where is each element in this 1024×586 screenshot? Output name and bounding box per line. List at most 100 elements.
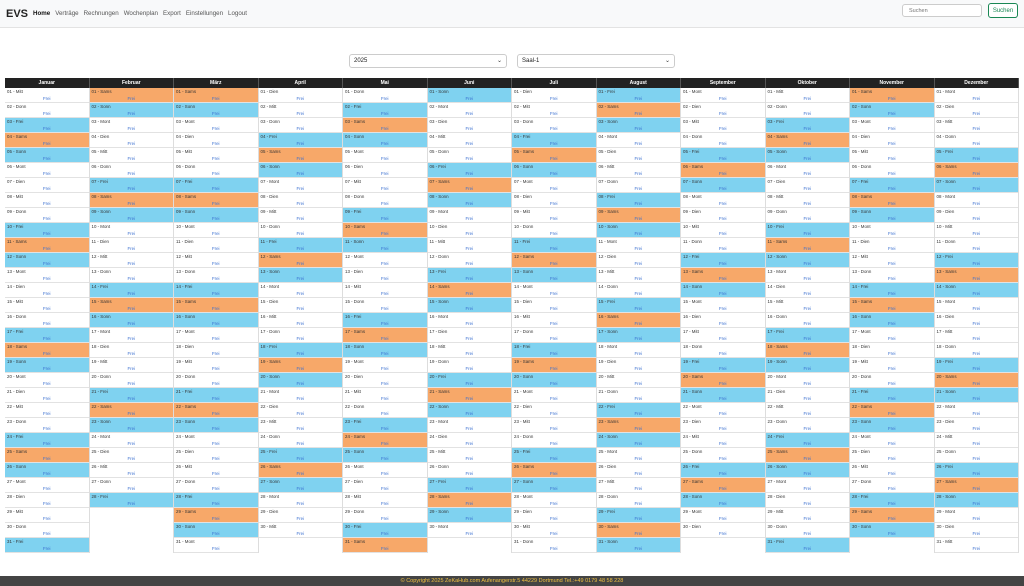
status-link[interactable]: Frei (174, 336, 258, 341)
status-link[interactable]: Frei (5, 111, 89, 116)
status-link[interactable]: Frei (5, 381, 89, 386)
status-link[interactable]: Frei (343, 381, 427, 386)
status-link[interactable]: Frei (681, 156, 765, 161)
day-cell[interactable]: 25 - Sams Frei (5, 448, 89, 463)
status-link[interactable]: Frei (935, 501, 1019, 506)
day-cell[interactable]: 15 - Dien Frei (512, 298, 596, 313)
status-link[interactable]: Frei (5, 531, 89, 536)
status-link[interactable]: Frei (5, 276, 89, 281)
day-cell[interactable]: 19 - Mont Frei (343, 358, 427, 373)
status-link[interactable]: Frei (681, 381, 765, 386)
day-cell[interactable]: 04 - Mont Frei (596, 133, 680, 148)
status-link[interactable]: Frei (597, 411, 681, 416)
status-link[interactable]: Frei (681, 501, 765, 506)
day-cell[interactable]: 04 - Dien Frei (89, 133, 173, 148)
status-link[interactable]: Frei (428, 486, 512, 491)
day-cell[interactable]: 10 - Sonn Frei (596, 223, 680, 238)
status-link[interactable]: Frei (935, 141, 1019, 146)
day-cell[interactable]: 30 - Donn Frei (5, 523, 89, 538)
status-link[interactable]: Frei (5, 486, 89, 491)
nav-link-logout[interactable]: Logout (228, 10, 247, 17)
day-cell[interactable]: 24 - Dien Frei (427, 433, 511, 448)
day-cell[interactable]: 09 - Mitt Frei (512, 208, 596, 223)
status-link[interactable]: Frei (512, 186, 596, 191)
day-cell[interactable]: 02 - Mont Frei (427, 103, 512, 118)
day-cell[interactable]: 16 - Frei Frei (343, 313, 427, 328)
status-link[interactable]: Frei (428, 306, 512, 311)
status-link[interactable]: Frei (259, 216, 343, 221)
status-link[interactable]: Frei (512, 96, 596, 101)
day-cell[interactable]: 25 - Donn Frei (681, 448, 765, 463)
status-link[interactable]: Frei (935, 261, 1019, 266)
day-cell[interactable]: 17 - Mont Frei (174, 328, 258, 343)
day-cell[interactable]: 25 - Sonn Frei (343, 448, 427, 463)
status-link[interactable]: Frei (597, 501, 681, 506)
status-link[interactable]: Frei (174, 186, 258, 191)
day-cell[interactable]: 23 - Sonn Frei (174, 418, 258, 433)
day-cell[interactable]: 10 - Mont Frei (89, 223, 173, 238)
day-cell[interactable]: 05 - Donn Frei (427, 148, 511, 163)
status-link[interactable]: Frei (681, 411, 765, 416)
day-cell[interactable]: 22 - Sams Frei (850, 403, 934, 418)
status-link[interactable]: Frei (512, 156, 596, 161)
status-link[interactable]: Frei (766, 471, 850, 476)
status-link[interactable]: Frei (428, 471, 512, 476)
day-cell[interactable]: 17 - Mitt Frei (681, 328, 765, 343)
status-link[interactable]: Frei (681, 306, 765, 311)
day-cell[interactable]: 04 - Dien Frei (850, 133, 934, 148)
day-cell[interactable]: 01 - Frei Frei (596, 88, 680, 103)
day-cell[interactable]: 21 - Frei Frei (850, 388, 934, 403)
day-cell[interactable]: 02 - Mitt Frei (512, 103, 596, 118)
day-cell[interactable]: 02 - Frei Frei (343, 103, 427, 118)
status-link[interactable]: Frei (174, 426, 258, 431)
day-cell[interactable]: 08 - Mont Frei (681, 193, 765, 208)
day-cell[interactable]: 26 - Mitt Frei (89, 463, 174, 478)
day-cell[interactable]: 26 - Donn Frei (427, 463, 512, 478)
status-link[interactable]: Frei (597, 216, 681, 221)
status-link[interactable]: Frei (343, 216, 427, 221)
day-cell[interactable]: 04 - Sams Frei (765, 133, 849, 148)
day-cell[interactable]: 25 - Dien Frei (850, 448, 934, 463)
day-cell[interactable]: 29 - Mitt Frei (765, 508, 849, 523)
day-cell[interactable]: 16 - Mitt Frei (512, 313, 596, 328)
day-cell[interactable]: 12 - Sonn Frei (765, 253, 849, 268)
day-cell[interactable]: 10 - Dien Frei (427, 223, 511, 238)
status-link[interactable]: Frei (766, 156, 850, 161)
status-link[interactable]: Frei (850, 441, 934, 446)
day-cell[interactable]: 21 - Mont Frei (258, 388, 342, 403)
status-link[interactable]: Frei (766, 96, 850, 101)
day-cell[interactable]: 02 - Dien Frei (934, 103, 1018, 118)
status-link[interactable]: Frei (343, 471, 427, 476)
status-link[interactable]: Frei (90, 471, 174, 476)
status-link[interactable]: Frei (597, 516, 681, 521)
status-link[interactable]: Frei (597, 111, 681, 116)
status-link[interactable]: Frei (597, 261, 681, 266)
status-link[interactable]: Frei (766, 306, 850, 311)
day-cell[interactable]: 14 - Dien Frei (5, 283, 89, 298)
status-link[interactable]: Frei (428, 186, 512, 191)
status-link[interactable]: Frei (259, 411, 343, 416)
status-link[interactable]: Frei (90, 156, 174, 161)
day-cell[interactable]: 12 - Mont Frei (343, 253, 427, 268)
status-link[interactable]: Frei (935, 396, 1019, 401)
day-cell[interactable]: 19 - Mitt Frei (174, 358, 258, 373)
status-link[interactable]: Frei (681, 111, 765, 116)
status-link[interactable]: Frei (428, 111, 512, 116)
status-link[interactable]: Frei (850, 516, 934, 521)
day-cell[interactable]: 18 - Dien Frei (89, 343, 173, 358)
day-cell[interactable]: 01 - Sams Frei (850, 88, 934, 103)
day-cell[interactable]: 08 - Dien Frei (512, 193, 596, 208)
status-link[interactable]: Frei (512, 111, 596, 116)
day-cell[interactable]: 25 - Mitt Frei (427, 448, 511, 463)
day-cell[interactable]: 20 - Donn Frei (89, 373, 173, 388)
status-link[interactable]: Frei (850, 471, 934, 476)
status-link[interactable]: Frei (5, 516, 89, 521)
status-link[interactable]: Frei (343, 456, 427, 461)
day-cell[interactable]: 12 - Mitt Frei (850, 253, 934, 268)
day-cell[interactable]: 13 - Sams Frei (681, 268, 765, 283)
status-link[interactable]: Frei (5, 186, 89, 191)
status-link[interactable]: Frei (512, 276, 596, 281)
day-cell[interactable]: 19 - Mitt Frei (850, 358, 934, 373)
day-cell[interactable]: 27 - Mont Frei (765, 478, 849, 493)
day-cell[interactable]: 08 - Dien Frei (258, 193, 342, 208)
